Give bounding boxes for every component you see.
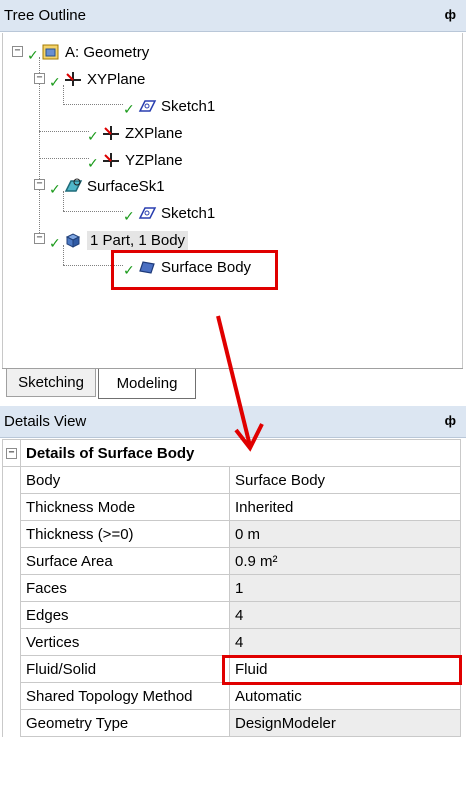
collapse-toggle-surfacesk1[interactable]: −: [34, 179, 45, 190]
tree-node-label: 1 Part, 1 Body: [87, 230, 189, 250]
property-label: Geometry Type: [20, 709, 230, 737]
property-label: Shared Topology Method: [20, 682, 230, 710]
tree-node-part[interactable]: ✓ 1 Part, 1 Body: [49, 228, 189, 252]
tree-node-label: XYPlane: [87, 70, 146, 88]
property-label: Faces: [20, 574, 230, 602]
tree-node-yzplane[interactable]: ✓ YZPlane: [87, 148, 183, 172]
property-value[interactable]: Inherited: [229, 493, 461, 521]
property-value: 4: [229, 628, 461, 656]
detail-row-body: Body Surface Body: [2, 466, 461, 494]
tree-node-label: Sketch1: [161, 204, 216, 222]
part-cube-icon: [65, 233, 81, 248]
property-value: 4: [229, 601, 461, 629]
check-icon: ✓: [123, 100, 135, 117]
detail-row-geometry-type: Geometry Type DesignModeler: [2, 709, 461, 737]
detail-row-vertices: Vertices 4: [2, 628, 461, 656]
tree-connector: [39, 158, 89, 159]
detail-row-thickness: Thickness (>=0) 0 m: [2, 520, 461, 548]
tree-node-surface-body[interactable]: ✓ Surface Body: [123, 255, 251, 279]
surface-sketch-icon: [64, 178, 83, 192]
plane-axes-icon: [103, 153, 119, 167]
collapse-toggle-geometry[interactable]: −: [12, 46, 23, 57]
tab-strip: Sketching Modeling: [2, 368, 463, 399]
details-table: − Details of Surface Body Body Surface B…: [2, 439, 461, 737]
tree-node-geometry[interactable]: ✓ A: Geometry: [27, 40, 149, 64]
property-value: 0.9 m²: [229, 547, 461, 575]
detail-row-edges: Edges 4: [2, 601, 461, 629]
property-label: Vertices: [20, 628, 230, 656]
surface-body-icon: [139, 261, 155, 274]
check-icon: ✓: [87, 154, 99, 171]
check-icon: ✓: [49, 234, 61, 251]
tree-node-label: Sketch1: [161, 97, 216, 115]
tree-connector: [63, 104, 123, 105]
pin-icon[interactable]: ф: [445, 413, 456, 428]
details-header-row: − Details of Surface Body: [2, 439, 461, 467]
tree-node-sketch1[interactable]: ✓ Sketch1: [123, 94, 215, 118]
tree-node-label: YZPlane: [125, 151, 183, 169]
tree-node-label: ZXPlane: [125, 124, 183, 142]
plane-axes-icon: [65, 72, 81, 86]
collapse-toggle[interactable]: −: [2, 439, 21, 467]
detail-row-faces: Faces 1: [2, 574, 461, 602]
tree-node-label: Surface Body: [161, 258, 252, 276]
property-value[interactable]: Automatic: [229, 682, 461, 710]
pin-icon[interactable]: ф: [445, 7, 456, 22]
property-label: Surface Area: [20, 547, 230, 575]
check-icon: ✓: [87, 127, 99, 144]
property-label: Fluid/Solid: [20, 655, 230, 683]
collapse-toggle-xyplane[interactable]: −: [34, 73, 45, 84]
tree-connector: [63, 211, 123, 212]
tab-sketching[interactable]: Sketching: [6, 369, 96, 397]
detail-row-surface-area: Surface Area 0.9 m²: [2, 547, 461, 575]
property-label: Edges: [20, 601, 230, 629]
tree-node-label: SurfaceSk1: [87, 177, 165, 195]
detail-row-shared-topology: Shared Topology Method Automatic: [2, 682, 461, 710]
tree-outline-panel: Tree Outline ф − − − − ✓ A: Geometry ✓ X…: [0, 0, 466, 400]
tree-node-xyplane[interactable]: ✓ XYPlane: [49, 67, 145, 91]
tree-node-zxplane[interactable]: ✓ ZXPlane: [87, 121, 183, 145]
details-view-title-bar: Details View ф: [0, 406, 466, 438]
check-icon: ✓: [123, 261, 135, 278]
collapse-toggle-part[interactable]: −: [34, 233, 45, 244]
tree-connector: [39, 131, 89, 132]
property-label: Body: [20, 466, 230, 494]
check-icon: ✓: [49, 73, 61, 90]
tab-label: Modeling: [116, 375, 178, 392]
detail-row-thickness-mode: Thickness Mode Inherited: [2, 493, 461, 521]
property-label: Thickness Mode: [20, 493, 230, 521]
tab-label: Sketching: [18, 374, 84, 391]
tree-node-surfacesk1[interactable]: ✓ SurfaceSk1: [49, 174, 165, 198]
plane-axes-icon: [103, 126, 119, 140]
tree-outline-title-bar: Tree Outline ф: [0, 0, 466, 32]
sketch-icon: [138, 100, 157, 112]
tree-connector: [63, 265, 123, 266]
detail-row-fluid-solid: Fluid/Solid Fluid: [2, 655, 461, 683]
details-view-panel: Details View ф − Details of Surface Body…: [0, 406, 466, 786]
property-value: DesignModeler: [229, 709, 461, 737]
fluid-solid-value[interactable]: Fluid: [229, 655, 461, 683]
details-header: Details of Surface Body: [20, 439, 461, 467]
tree-outline-title: Tree Outline: [4, 7, 86, 24]
tree-view: − − − − ✓ A: Geometry ✓ XYPlane ✓ Sketch…: [2, 33, 463, 368]
tab-modeling[interactable]: Modeling: [98, 369, 196, 399]
tree-node-sketch1-child[interactable]: ✓ Sketch1: [123, 201, 215, 225]
geometry-icon: [42, 44, 59, 60]
property-value[interactable]: Surface Body: [229, 466, 461, 494]
sketch-icon: [138, 207, 157, 219]
check-icon: ✓: [27, 46, 39, 63]
tree-node-label: A: Geometry: [65, 43, 150, 61]
property-value[interactable]: 0 m: [229, 520, 461, 548]
property-value: 1: [229, 574, 461, 602]
details-view-title: Details View: [4, 413, 87, 430]
check-icon: ✓: [49, 180, 61, 197]
check-icon: ✓: [123, 207, 135, 224]
property-label: Thickness (>=0): [20, 520, 230, 548]
